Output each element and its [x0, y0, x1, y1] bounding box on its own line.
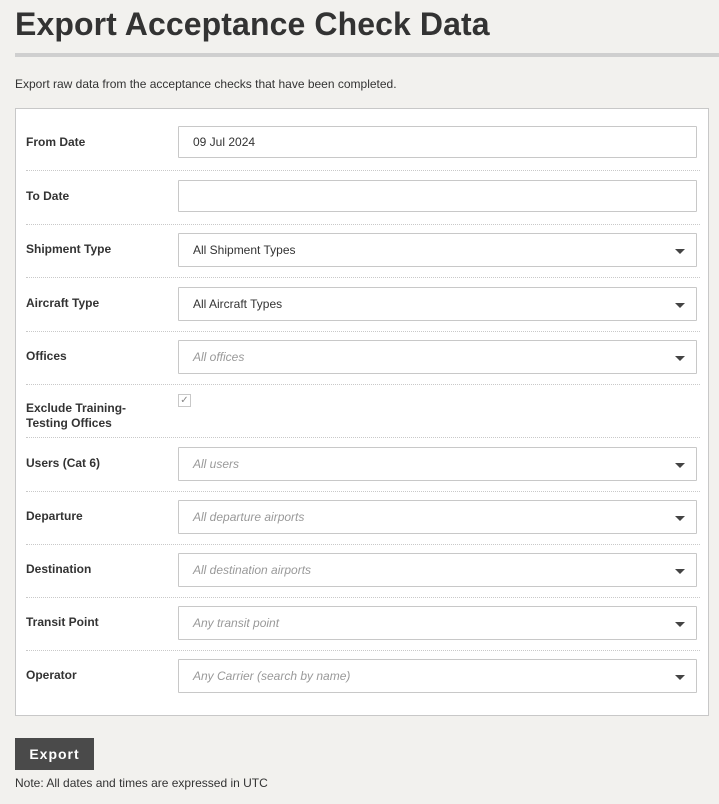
chevron-down-icon — [675, 675, 685, 680]
departure-label: Departure — [26, 509, 83, 523]
aircraft-type-label: Aircraft Type — [26, 296, 100, 310]
destination-placeholder: All destination airports — [193, 563, 312, 577]
shipment-type-value: All Shipment Types — [193, 243, 296, 257]
chevron-down-icon — [675, 516, 685, 521]
aircraft-type-value: All Aircraft Types — [193, 297, 283, 311]
form-row-to-date: To Date — [26, 171, 700, 225]
chevron-down-icon — [675, 249, 685, 254]
from-date-value: 09 Jul 2024 — [193, 135, 256, 149]
utc-note: Note: All dates and times are expressed … — [15, 776, 268, 790]
checkmark-icon: ✓ — [180, 395, 189, 406]
offices-label: Offices — [26, 349, 67, 363]
transit-point-select[interactable]: Any transit point — [178, 606, 697, 640]
users-placeholder: All users — [193, 457, 240, 471]
form-row-offices: Offices All offices — [26, 332, 700, 385]
export-button[interactable]: Export — [15, 738, 94, 770]
operator-select[interactable]: Any Carrier (search by name) — [178, 659, 697, 693]
page-intro: Export raw data from the acceptance chec… — [15, 77, 397, 91]
exclude-training-label-line2: Testing Offices — [26, 416, 112, 430]
chevron-down-icon — [675, 622, 685, 627]
aircraft-type-select[interactable]: All Aircraft Types — [178, 287, 697, 321]
export-form: From Date 09 Jul 2024 To Date Shipment T… — [15, 108, 709, 716]
form-row-operator: Operator Any Carrier (search by name) — [26, 651, 700, 711]
departure-placeholder: All departure airports — [193, 510, 305, 524]
chevron-down-icon — [675, 463, 685, 468]
chevron-down-icon — [675, 569, 685, 574]
form-row-from-date: From Date 09 Jul 2024 — [26, 109, 700, 171]
form-row-destination: Destination All destination airports — [26, 545, 700, 598]
offices-placeholder: All offices — [193, 350, 245, 364]
chevron-down-icon — [675, 356, 685, 361]
transit-point-label: Transit Point — [26, 615, 99, 629]
operator-placeholder: Any Carrier (search by name) — [193, 669, 351, 683]
to-date-input[interactable] — [178, 180, 697, 212]
destination-label: Destination — [26, 562, 92, 576]
exclude-training-label: Exclude Training- Testing Offices — [26, 401, 126, 431]
form-row-exclude-training: Exclude Training- Testing Offices ✓ — [26, 385, 700, 438]
form-row-users: Users (Cat 6) All users — [26, 438, 700, 492]
destination-select[interactable]: All destination airports — [178, 553, 697, 587]
shipment-type-select[interactable]: All Shipment Types — [178, 233, 697, 267]
exclude-training-checkbox[interactable]: ✓ — [178, 394, 191, 407]
operator-label: Operator — [26, 668, 77, 682]
users-select[interactable]: All users — [178, 447, 697, 481]
from-date-input[interactable]: 09 Jul 2024 — [178, 126, 697, 158]
form-row-departure: Departure All departure airports — [26, 492, 700, 545]
form-row-shipment-type: Shipment Type All Shipment Types — [26, 225, 700, 278]
page-title: Export Acceptance Check Data — [15, 6, 490, 42]
exclude-training-label-line1: Exclude Training- — [26, 401, 127, 415]
transit-point-placeholder: Any transit point — [193, 616, 280, 630]
to-date-label: To Date — [26, 189, 70, 203]
shipment-type-label: Shipment Type — [26, 242, 112, 256]
title-divider — [15, 53, 719, 57]
offices-select[interactable]: All offices — [178, 340, 697, 374]
users-label: Users (Cat 6) — [26, 456, 101, 470]
from-date-label: From Date — [26, 135, 86, 149]
chevron-down-icon — [675, 303, 685, 308]
form-row-aircraft-type: Aircraft Type All Aircraft Types — [26, 278, 700, 332]
form-row-transit-point: Transit Point Any transit point — [26, 598, 700, 651]
departure-select[interactable]: All departure airports — [178, 500, 697, 534]
